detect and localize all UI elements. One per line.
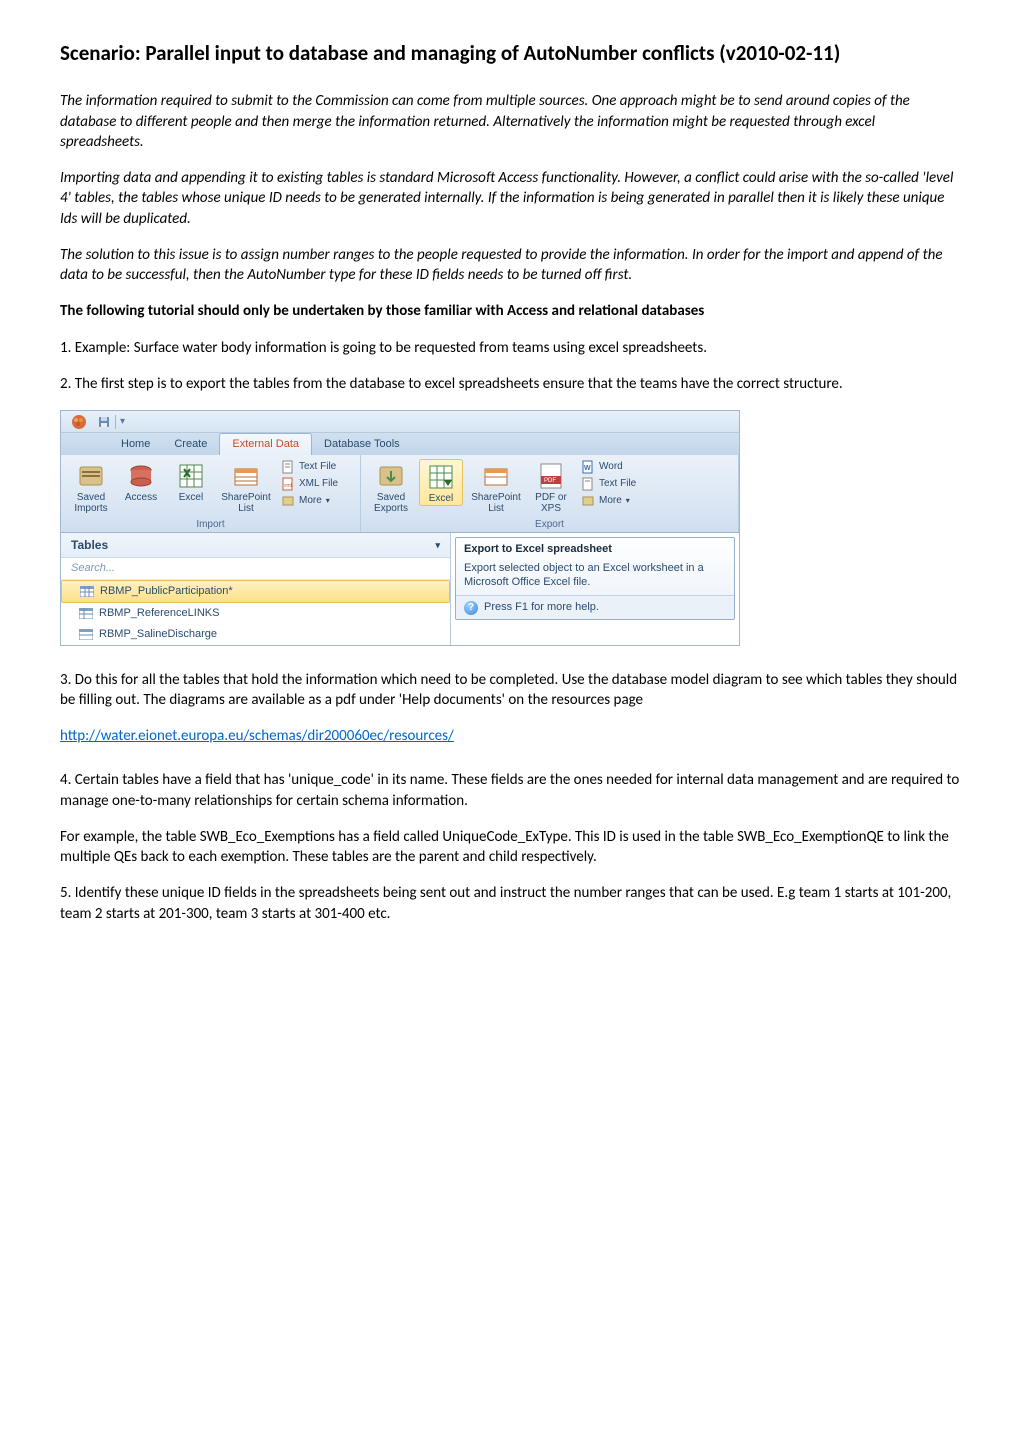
export-word-label: Word — [599, 460, 623, 474]
save-icon[interactable] — [97, 415, 111, 429]
step-5: 5. Identify these unique ID fields in th… — [60, 883, 960, 924]
tab-external-data[interactable]: External Data — [219, 433, 312, 455]
saved-imports-button[interactable]: Saved Imports — [69, 459, 113, 514]
step-2: 2. The first step is to export the table… — [60, 374, 960, 394]
table-row[interactable]: RBMP_SalineDischarge — [61, 624, 450, 645]
intro-para-2: Importing data and appending it to exist… — [60, 168, 960, 229]
import-more-button[interactable]: More ▾ — [279, 493, 340, 509]
help-icon: ? — [464, 601, 478, 615]
tooltip: Export to Excel spreadsheet Export selec… — [455, 537, 735, 620]
office-logo-icon — [71, 414, 87, 430]
ribbon-body: Saved Imports Access Excel — [61, 455, 739, 533]
ribbon-group-export: Saved Exports Excel SharePoint List — [361, 455, 739, 532]
step-4-b: For example, the table SWB_Eco_Exemption… — [60, 827, 960, 868]
sharepoint-import-icon — [231, 461, 261, 491]
tooltip-help: ? Press F1 for more help. — [456, 595, 734, 619]
import-group-title: Import — [61, 518, 360, 532]
import-text-file-button[interactable]: Text File — [279, 459, 340, 475]
tables-search-input[interactable]: Search... — [61, 558, 450, 580]
saved-imports-icon — [76, 461, 106, 491]
chevron-down-icon: ▾ — [435, 539, 440, 551]
tab-create[interactable]: Create — [162, 434, 219, 455]
export-text-file-label: Text File — [599, 477, 636, 491]
office-button[interactable] — [65, 412, 93, 432]
export-pdf-button[interactable]: PDF PDF or XPS — [529, 459, 573, 514]
more-export-icon — [581, 494, 595, 508]
import-sharepoint-button[interactable]: SharePoint List — [219, 459, 273, 514]
import-excel-button[interactable]: Excel — [169, 459, 213, 504]
table-icon — [80, 586, 94, 597]
sharepoint-export-icon — [481, 461, 511, 491]
step-4-a: 4. Certain tables have a field that has … — [60, 770, 960, 811]
export-more-button[interactable]: More ▾ — [579, 493, 638, 509]
table-row[interactable]: RBMP_PublicParticipation* — [61, 580, 450, 603]
tables-pane-header[interactable]: Tables ▾ — [61, 533, 450, 558]
separator — [115, 415, 116, 429]
import-xml-file-label: XML File — [299, 477, 338, 491]
excel-export-icon — [426, 462, 456, 492]
tooltip-title: Export to Excel spreadsheet — [456, 538, 734, 561]
saved-imports-label: Saved Imports — [69, 493, 113, 514]
resources-link[interactable]: http://water.eionet.europa.eu/schemas/di… — [60, 727, 454, 745]
tooltip-help-text: Press F1 for more help. — [484, 600, 599, 615]
tab-database-tools[interactable]: Database Tools — [312, 434, 412, 455]
table-name: RBMP_SalineDischarge — [99, 627, 217, 642]
svg-text:PDF: PDF — [544, 478, 556, 484]
table-icon — [79, 629, 93, 640]
import-access-button[interactable]: Access — [119, 459, 163, 504]
export-more-label: More — [599, 494, 622, 508]
ribbon-tabs: Home Create External Data Database Tools — [61, 433, 739, 455]
quick-access-bar: ▾ — [61, 411, 739, 433]
import-more-label: More — [299, 494, 322, 508]
export-sharepoint-label: SharePoint List — [469, 493, 523, 514]
warning-paragraph: The following tutorial should only be un… — [60, 301, 960, 321]
intro-para-3: The solution to this issue is to assign … — [60, 245, 960, 286]
svg-text:W: W — [584, 465, 591, 472]
word-icon: W — [581, 460, 595, 474]
more-icon — [281, 494, 295, 508]
tables-pane-title: Tables — [71, 537, 108, 553]
export-pdf-label: PDF or XPS — [529, 493, 573, 514]
saved-exports-button[interactable]: Saved Exports — [369, 459, 413, 514]
export-text-file-button[interactable]: Text File — [579, 476, 638, 492]
table-icon — [79, 608, 93, 619]
step-3: 3. Do this for all the tables that hold … — [60, 670, 960, 711]
text-file-export-icon — [581, 477, 595, 491]
export-word-button[interactable]: W Word — [579, 459, 638, 475]
tooltip-body: Export selected object to an Excel works… — [456, 561, 734, 596]
export-excel-button[interactable]: Excel — [419, 459, 463, 506]
chevron-down-icon: ▾ — [626, 496, 630, 507]
pdf-icon: PDF — [536, 461, 566, 491]
tables-pane: Tables ▾ Search... RBMP_PublicParticipat… — [61, 533, 739, 645]
tab-home[interactable]: Home — [109, 434, 162, 455]
ribbon-group-import: Saved Imports Access Excel — [61, 455, 361, 532]
step-1: 1. Example: Surface water body informati… — [60, 338, 960, 358]
qa-dropdown-icon[interactable]: ▾ — [120, 415, 125, 429]
export-excel-label: Excel — [429, 494, 453, 505]
table-name: RBMP_ReferenceLINKS — [99, 606, 219, 621]
access-screenshot: ▾ Home Create External Data Database Too… — [60, 410, 740, 646]
text-file-icon — [281, 460, 295, 474]
import-access-label: Access — [125, 493, 157, 504]
export-group-title: Export — [361, 518, 738, 532]
excel-import-icon — [176, 461, 206, 491]
import-sharepoint-label: SharePoint List — [219, 493, 273, 514]
saved-exports-icon — [376, 461, 406, 491]
table-name: RBMP_PublicParticipation* — [100, 584, 233, 599]
table-row[interactable]: RBMP_ReferenceLINKS — [61, 603, 450, 624]
export-sharepoint-button[interactable]: SharePoint List — [469, 459, 523, 514]
xml-file-icon: xml — [281, 477, 295, 491]
svg-text:xml: xml — [284, 483, 292, 489]
import-excel-label: Excel — [179, 493, 203, 504]
chevron-down-icon: ▾ — [326, 496, 330, 507]
import-xml-file-button[interactable]: xml XML File — [279, 476, 340, 492]
intro-para-1: The information required to submit to th… — [60, 91, 960, 152]
page-title: Scenario: Parallel input to database and… — [60, 40, 960, 67]
access-icon — [126, 461, 156, 491]
import-text-file-label: Text File — [299, 460, 336, 474]
saved-exports-label: Saved Exports — [369, 493, 413, 514]
